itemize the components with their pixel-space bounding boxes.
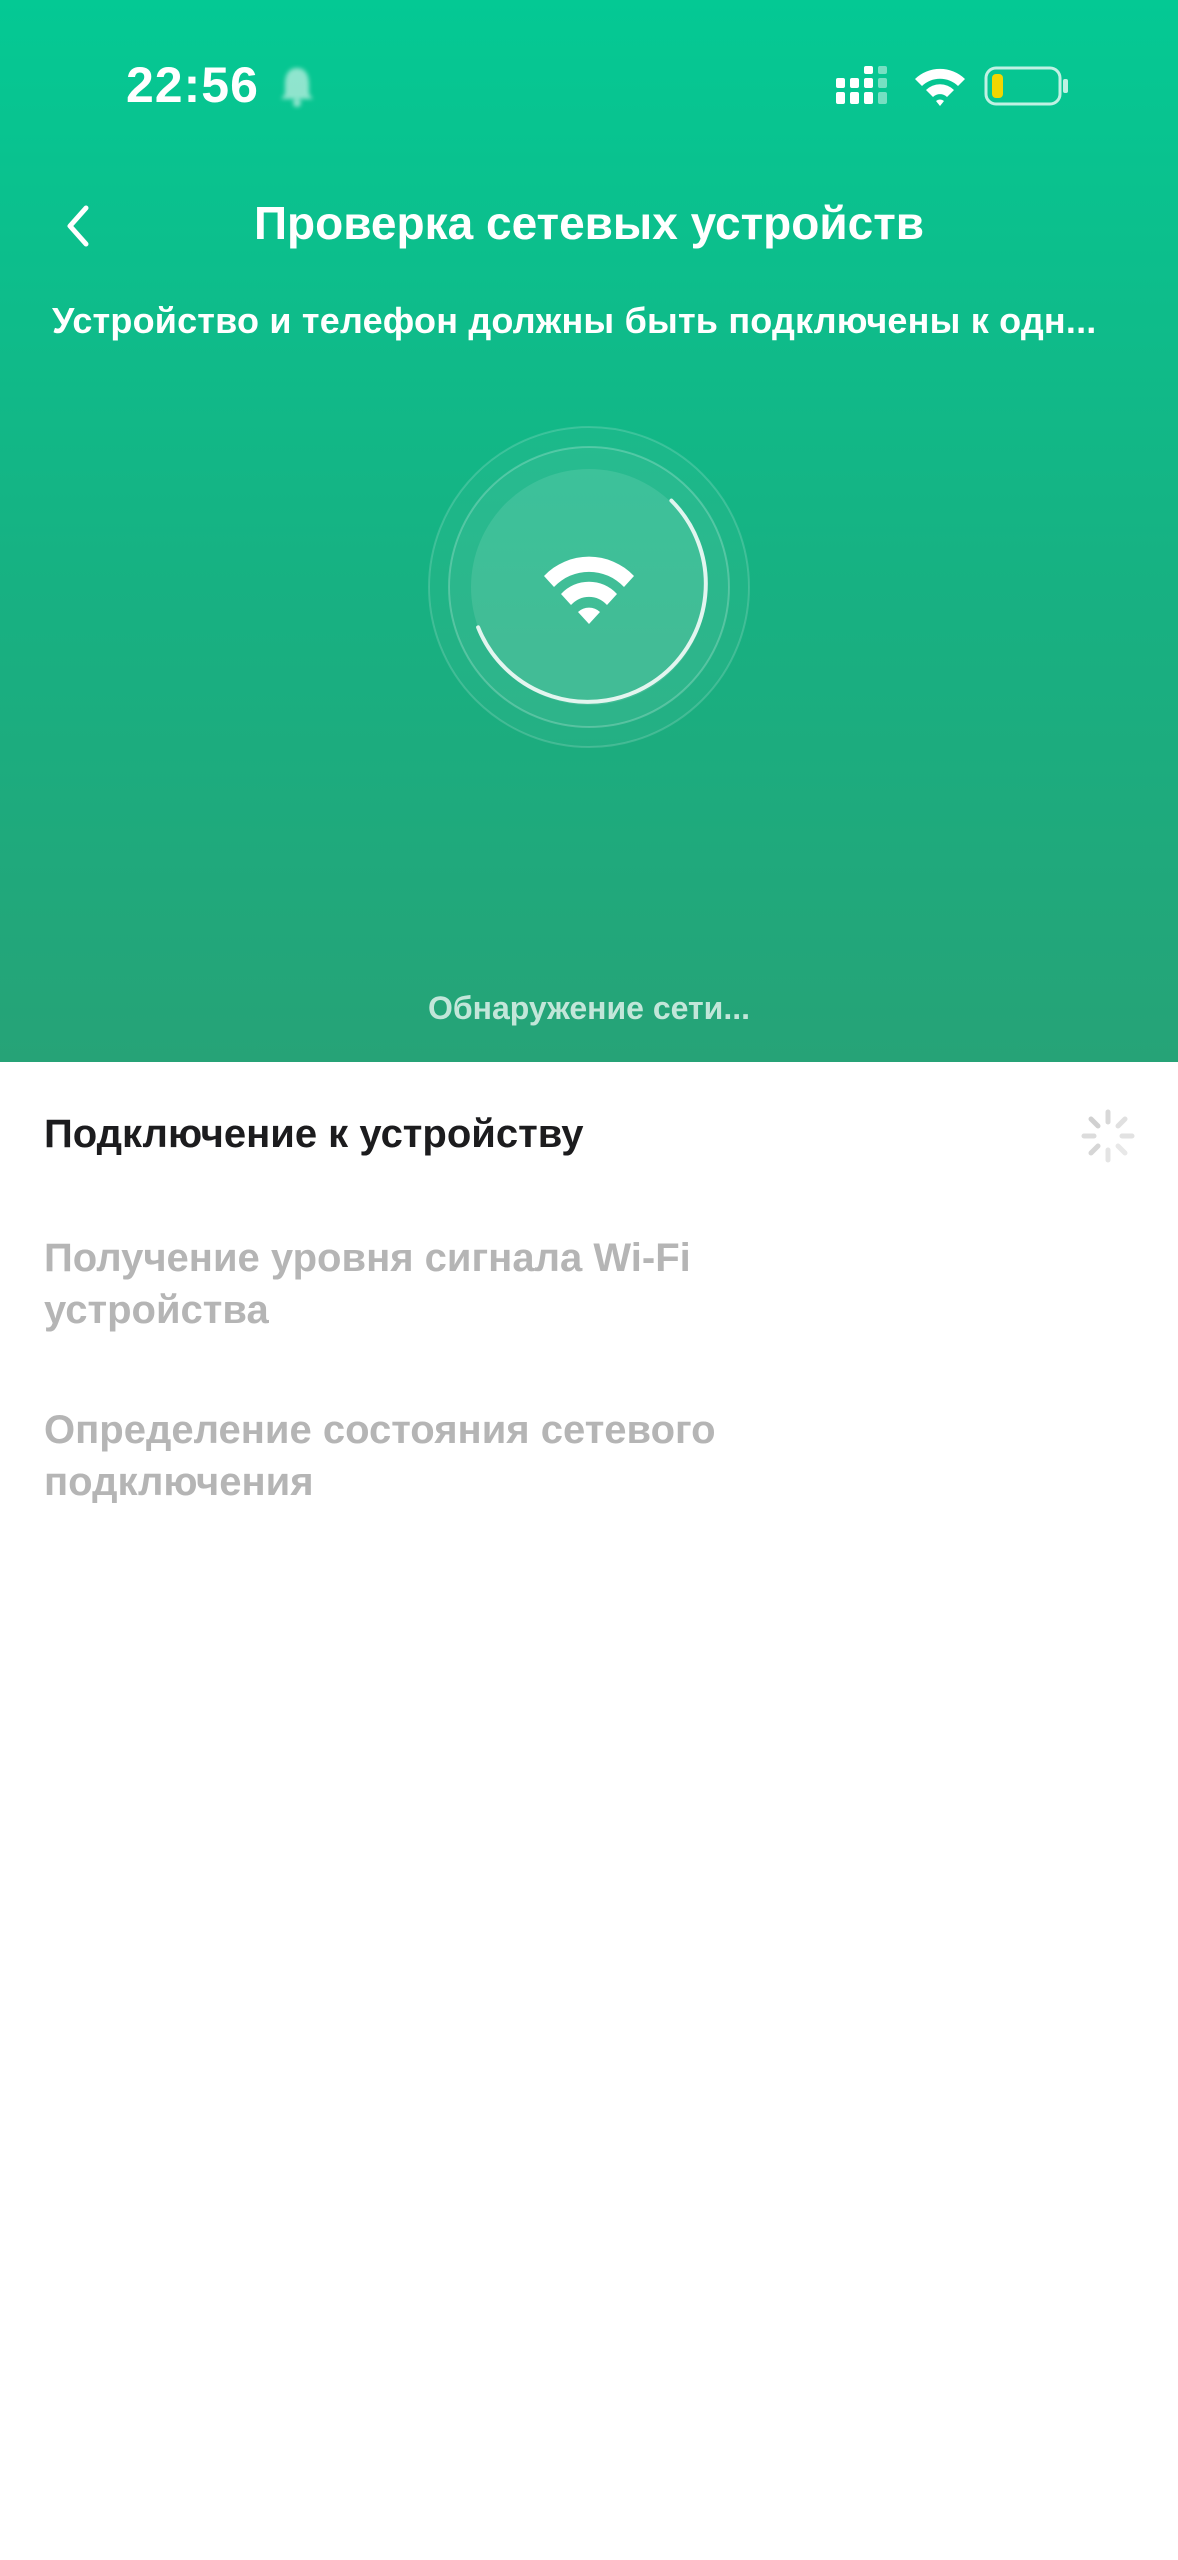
scan-status-text: Обнаружение сети... [427,990,751,1026]
bell-icon [281,68,313,107]
subtitle-instruction: Устройство и телефон должны быть подключ… [52,300,1097,341]
step-connect-device: Подключение к устройству [44,1112,584,1156]
wifi-icon [915,68,965,106]
status-time: 22:56 [126,57,259,113]
scan-header: 22:56 Проверка сетевых устройств Устройс… [0,0,1178,1062]
page-title: Проверка сетевых устройств [253,197,924,249]
battery-low-icon [984,66,1068,106]
step-network-status: Определение состояния сетевого подключен… [44,1408,716,1504]
cellular-signal-icon [836,66,887,104]
step-wifi-signal-level: Получение уровня сигнала Wi-Fi устройств… [44,1236,691,1332]
network-scan-indicator [428,426,750,748]
loading-spinner-icon [1081,1109,1135,1163]
